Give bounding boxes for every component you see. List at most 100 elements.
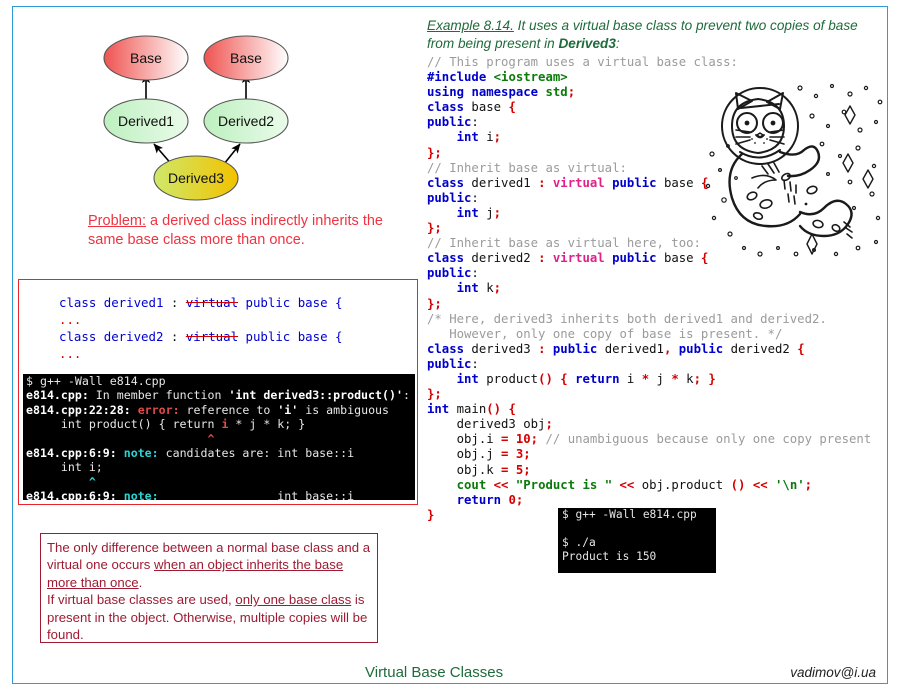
code-token: e814.cpp:22:28:: [26, 402, 131, 417]
code-line: };: [427, 297, 889, 312]
code-token: using: [427, 85, 465, 100]
code-token: public: [427, 115, 472, 130]
terminal-line: int i;: [23, 460, 415, 474]
code-token: However, only one copy of base is presen…: [427, 326, 783, 341]
code-token: return: [575, 371, 620, 386]
code-token: reference to: [179, 402, 278, 417]
code-token: virtual: [185, 295, 239, 310]
code-token: ;: [434, 221, 442, 236]
code-token: derived1: [597, 341, 664, 356]
code-line: cout << "Product is " << obj.product () …: [427, 478, 889, 493]
code-line: #include <iostream>: [427, 70, 889, 85]
code-token: g++ -Wall e814.cpp: [39, 374, 166, 388]
code-line: /* Here, derived3 inherits both derived1…: [427, 312, 889, 327]
code-line: };: [427, 387, 889, 402]
code-token: ;: [804, 477, 813, 492]
code-token: :: [471, 266, 479, 281]
code-token: class derived1: [59, 295, 171, 310]
code-token: e814.cpp:6:9:: [26, 446, 117, 461]
code-token: ;: [515, 492, 524, 507]
code-token: class derived2: [59, 329, 171, 344]
code-token: j: [478, 205, 494, 220]
code-token: * j * k; }: [228, 417, 306, 432]
code-token: // Inherit base as virtual here, too:: [427, 236, 701, 251]
code-token: ;: [434, 145, 442, 160]
code-token: {: [797, 341, 805, 356]
code-token: :: [471, 356, 479, 371]
code-token: virtual: [552, 175, 605, 190]
diagram-label-derived3: Derived3: [168, 170, 224, 186]
code-token: int i;: [26, 460, 103, 475]
code-line: int main() {: [427, 402, 889, 417]
code-token: *: [671, 371, 679, 386]
diagram-node-derived1: Derived1: [103, 98, 189, 144]
code-token: std: [545, 85, 568, 100]
code-token: 'int derived3::product()': [228, 388, 403, 403]
note-panel: The only difference between a normal bas…: [40, 533, 378, 643]
code-token: class: [427, 341, 465, 356]
code-line: // Inherit base as virtual:: [427, 161, 889, 176]
code-token: class: [427, 100, 465, 115]
snippet-line: ...: [59, 311, 342, 328]
code-token: ;: [530, 432, 539, 447]
code-token: derived2: [723, 341, 798, 356]
code-token: j: [649, 371, 672, 386]
code-token: <<: [619, 477, 635, 492]
code-token: #include: [427, 70, 487, 85]
example-heading: Example 8.14. It uses a virtual base cla…: [427, 17, 885, 53]
diagram-node-derived2: Derived2: [203, 98, 289, 144]
code-line: };: [427, 221, 889, 236]
code-token: :: [170, 329, 186, 344]
code-token: {: [508, 100, 516, 115]
terminal-line: e814.cpp:22:28: error: reference to 'i' …: [23, 403, 415, 417]
diagram-node-base-left: Base: [103, 35, 189, 81]
code-token: 'i': [277, 402, 299, 417]
code-token: i: [619, 371, 642, 386]
code-token: class: [427, 251, 465, 266]
code-line: int i;: [427, 130, 889, 145]
code-token: ^: [88, 474, 96, 489]
code-token: derived3 obj: [427, 417, 546, 432]
code-token: public: [427, 266, 472, 281]
example-text-b: :: [615, 36, 620, 51]
code-token: <iostream>: [493, 70, 568, 85]
code-token: }: [427, 507, 435, 522]
terminal-line: int product() { return i * j * k; }: [23, 417, 415, 431]
code-line: // Inherit base as virtual here, too:: [427, 236, 889, 251]
note-emphasis: only one base class: [235, 592, 352, 608]
terminal-line: ^: [23, 432, 415, 446]
diagram-label-derived2: Derived2: [218, 113, 274, 129]
code-line: obj.i = 10; // unambiguous because only …: [427, 432, 889, 447]
code-token: note:: [123, 489, 159, 500]
note-text-run: If virtual base classes are used,: [47, 592, 236, 608]
code-token: :: [402, 388, 410, 403]
diagram-node-base-right: Base: [203, 35, 289, 81]
code-line: using namespace std;: [427, 85, 889, 100]
code-token: return: [456, 492, 502, 507]
code-token: obj.i: [427, 432, 502, 447]
note-text-run: .: [138, 574, 143, 590]
code-token: public base {: [238, 329, 343, 344]
code-token: virtual: [185, 329, 239, 344]
terminal-program-output: $ g++ -Wall e814.cpp $ ./a Product is 150: [558, 508, 716, 573]
program-listing: // This program uses a virtual base clas…: [427, 55, 889, 523]
code-token: ;: [567, 85, 576, 100]
problem-statement: Problem: a derived class indirectly inhe…: [88, 212, 388, 250]
snippet-panel: class derived1 : virtual public base {..…: [18, 279, 418, 505]
code-line: However, only one copy of base is presen…: [427, 327, 889, 342]
code-token: {: [560, 371, 568, 386]
code-token: ...: [59, 346, 82, 361]
code-token: // This program uses a virtual base clas…: [427, 55, 738, 69]
footer-title: Virtual Base Classes: [365, 664, 504, 681]
